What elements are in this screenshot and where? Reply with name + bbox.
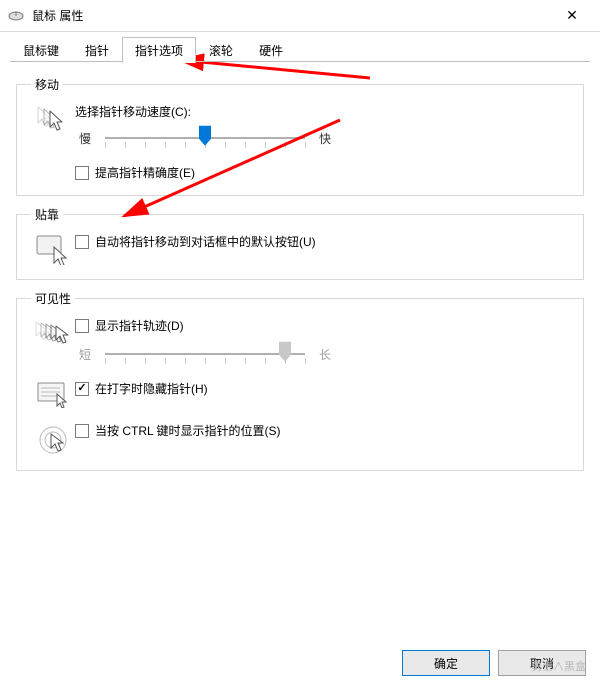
pointer-trails-slider	[105, 342, 305, 366]
snap-to-default-option[interactable]: 自动将指针移动到对话框中的默认按钮(U)	[75, 233, 569, 250]
watermark-text: 勇士∧黑盒	[531, 658, 586, 674]
speed-fast-label: 快	[315, 130, 335, 147]
tab-bar: 鼠标键 指针 指针选项 滚轮 硬件	[0, 32, 600, 62]
ctrl-locate-option[interactable]: 当按 CTRL 键时显示指针的位置(S)	[75, 422, 569, 439]
mouse-icon	[8, 8, 24, 24]
snap-to-default-label: 自动将指针移动到对话框中的默认按钮(U)	[95, 233, 316, 250]
hide-typing-icon	[31, 380, 75, 408]
group-title: 可见性	[31, 290, 75, 307]
group-motion: 移动 选择指针移动速度(C): 慢	[16, 76, 584, 196]
pointer-speed-slider[interactable]	[105, 126, 305, 150]
close-button[interactable]: ✕	[552, 2, 592, 30]
tab-label: 滚轮	[209, 44, 233, 58]
tab-buttons[interactable]: 鼠标键	[10, 37, 72, 63]
hide-pointer-typing-label: 在打字时隐藏指针(H)	[95, 380, 208, 397]
tab-label: 指针选项	[135, 44, 183, 58]
enhance-precision-label: 提高指针精确度(E)	[95, 164, 195, 181]
ctrl-locate-icon	[31, 422, 75, 456]
pointer-speed-label: 选择指针移动速度(C):	[75, 103, 569, 120]
ctrl-locate-checkbox[interactable]	[75, 424, 89, 438]
ok-button[interactable]: 确定	[402, 650, 490, 676]
pointer-trails-option[interactable]: 显示指针轨迹(D)	[75, 317, 569, 334]
tab-label: 指针	[85, 44, 109, 58]
snap-icon	[31, 233, 75, 265]
pointer-trails-checkbox[interactable]	[75, 319, 89, 333]
trail-short-label: 短	[75, 346, 95, 363]
ctrl-locate-label: 当按 CTRL 键时显示指针的位置(S)	[95, 422, 281, 439]
pointer-motion-icon	[31, 103, 75, 133]
title-bar: 鼠标 属性 ✕	[0, 0, 600, 32]
speed-slow-label: 慢	[75, 130, 95, 147]
hide-pointer-typing-option[interactable]: 在打字时隐藏指针(H)	[75, 380, 569, 397]
tab-hardware[interactable]: 硬件	[246, 37, 296, 63]
tab-wheel[interactable]: 滚轮	[196, 37, 246, 63]
slider-thumb[interactable]	[198, 125, 212, 147]
hide-pointer-typing-checkbox[interactable]	[75, 382, 89, 396]
enhance-precision-option[interactable]: 提高指针精确度(E)	[75, 164, 569, 181]
content-area: 移动 选择指针移动速度(C): 慢	[0, 62, 600, 471]
snap-to-default-checkbox[interactable]	[75, 235, 89, 249]
tab-label: 硬件	[259, 44, 283, 58]
enhance-precision-checkbox[interactable]	[75, 166, 89, 180]
slider-thumb	[278, 341, 292, 363]
group-visibility: 可见性 显示指针轨迹(D)	[16, 290, 584, 471]
tab-underline	[10, 61, 590, 62]
tab-pointer-options[interactable]: 指针选项	[122, 37, 196, 63]
tab-label: 鼠标键	[23, 44, 59, 58]
slider-track	[105, 353, 305, 355]
pointer-trails-icon	[31, 317, 75, 347]
group-snap: 贴靠 自动将指针移动到对话框中的默认按钮(U)	[16, 206, 584, 280]
close-icon: ✕	[566, 7, 578, 24]
pointer-trails-label: 显示指针轨迹(D)	[95, 317, 184, 334]
button-label: 确定	[434, 655, 458, 672]
group-title: 移动	[31, 76, 63, 93]
slider-ticks	[105, 358, 305, 364]
tab-pointers[interactable]: 指针	[72, 37, 122, 63]
window-title: 鼠标 属性	[32, 7, 552, 24]
trail-long-label: 长	[315, 346, 335, 363]
group-title: 贴靠	[31, 206, 63, 223]
